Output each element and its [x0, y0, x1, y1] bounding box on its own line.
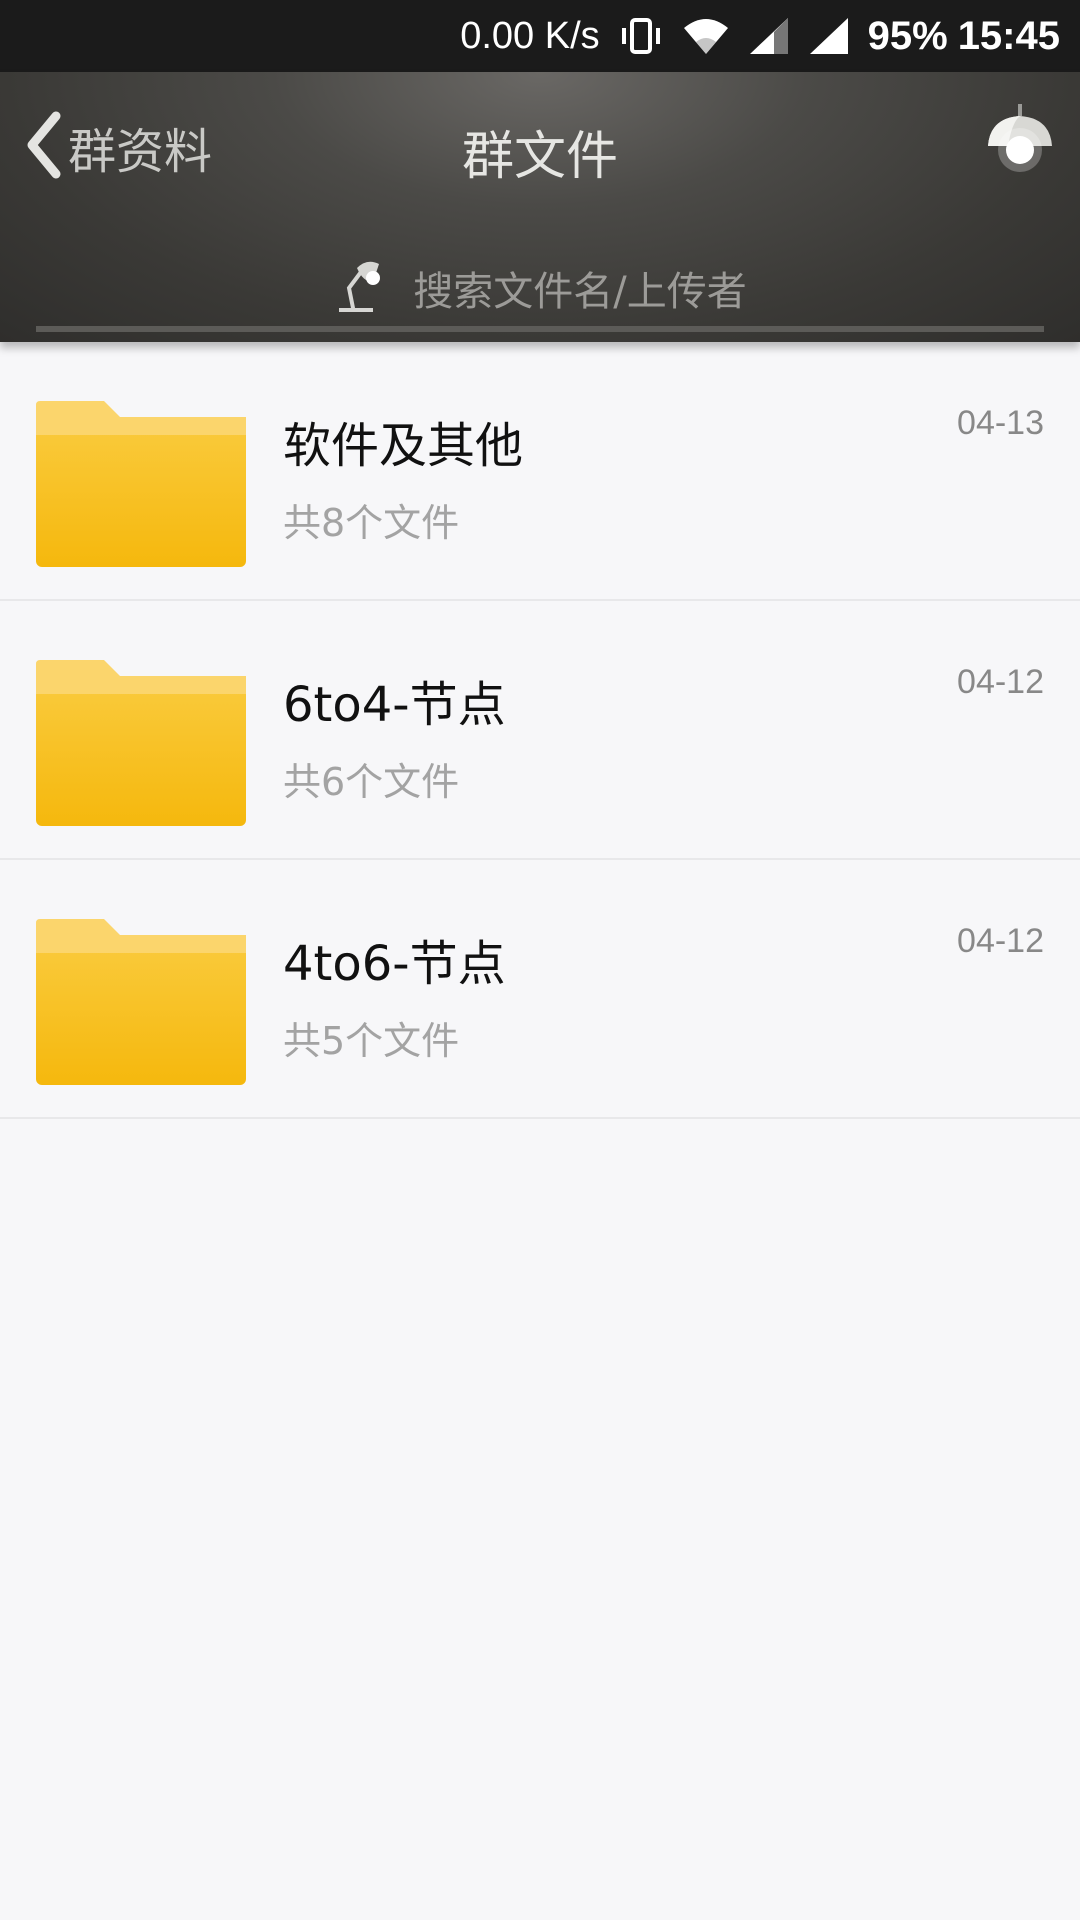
- signal-icon: [808, 16, 850, 56]
- folder-icon: [36, 397, 246, 567]
- list-item[interactable]: 软件及其他 共8个文件 04-13: [0, 342, 1080, 601]
- search-input[interactable]: 搜索文件名/上传者: [36, 250, 1044, 332]
- file-count: 共8个文件: [283, 501, 460, 545]
- ceiling-lamp-button[interactable]: [982, 102, 1058, 178]
- battery-level: 95%: [867, 13, 948, 58]
- page-title: 群文件: [461, 127, 618, 187]
- desk-lamp-icon: [333, 258, 387, 318]
- header: 群资料 群文件 搜索文件名/上传者: [0, 72, 1080, 342]
- file-count: 共6个文件: [283, 760, 460, 804]
- file-count: 共5个文件: [283, 1019, 460, 1063]
- vibrate-icon: [618, 16, 664, 56]
- clock: 15:45: [957, 13, 1060, 58]
- file-name: 软件及其他: [283, 418, 524, 474]
- status-bar: 0.00 K/s 95% 15:45: [0, 0, 1080, 72]
- file-list: 软件及其他 共8个文件 04-13 6to4-节点 共6个文件 04-12 4t…: [0, 342, 1080, 1119]
- network-speed: 0.00 K/s: [460, 14, 600, 57]
- file-name: 6to4-节点: [283, 677, 506, 733]
- file-date: 04-13: [957, 404, 1044, 442]
- search-placeholder: 搜索文件名/上传者: [413, 269, 747, 315]
- file-name: 4to6-节点: [283, 936, 506, 992]
- list-item[interactable]: 4to6-节点 共5个文件 04-12: [0, 860, 1080, 1119]
- signal-icon: [748, 16, 790, 56]
- file-date: 04-12: [957, 922, 1044, 960]
- folder-icon: [36, 656, 246, 826]
- ceiling-lamp-icon: [982, 104, 1058, 182]
- wifi-icon: [682, 16, 730, 56]
- list-item[interactable]: 6to4-节点 共6个文件 04-12: [0, 601, 1080, 860]
- folder-icon: [36, 915, 246, 1085]
- file-date: 04-12: [957, 663, 1044, 701]
